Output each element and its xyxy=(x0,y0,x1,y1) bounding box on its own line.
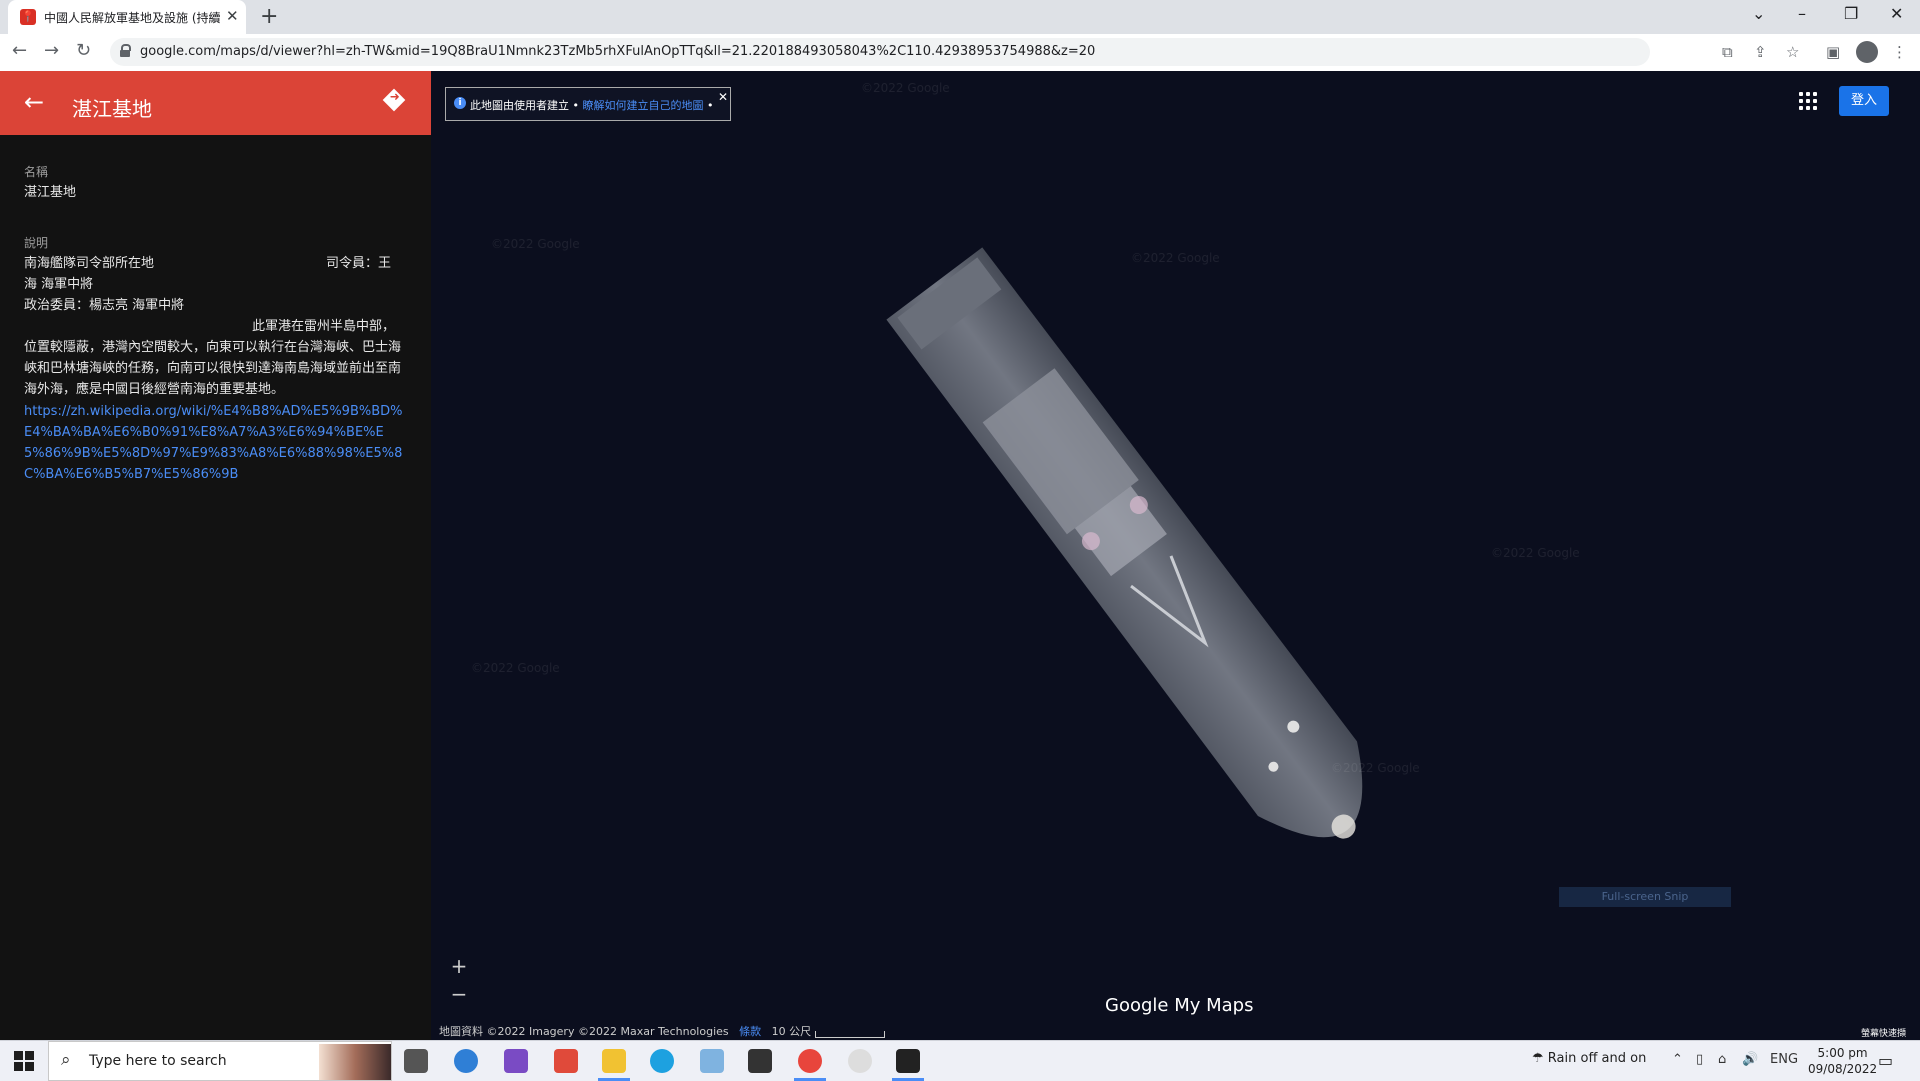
restore-button[interactable]: ❐ xyxy=(1844,4,1858,23)
directions-icon[interactable] xyxy=(382,88,406,112)
terms-link[interactable]: 條款 xyxy=(739,1025,761,1038)
menu-icon[interactable]: ⋮ xyxy=(1892,43,1907,61)
map-watermark: ©2022 Google xyxy=(1131,251,1220,265)
notice-suffix: • xyxy=(706,99,714,112)
lock-icon xyxy=(120,44,131,57)
network-icon[interactable]: ⌂ xyxy=(1718,1052,1726,1067)
translate-icon[interactable]: ⧉ xyxy=(1722,43,1733,61)
brand-google: Google xyxy=(1105,995,1169,1016)
tab-title: 中國人民解放軍基地及設施 (持續… xyxy=(44,11,220,25)
search-icon: ⌕ xyxy=(61,1050,71,1070)
chrome-icon[interactable] xyxy=(798,1049,822,1073)
volume-icon[interactable]: 🔊 xyxy=(1742,1052,1758,1067)
browser-tab[interactable]: 📍 中國人民解放軍基地及設施 (持續… ✕ xyxy=(8,0,246,34)
search-placeholder: Type here to search xyxy=(89,1053,227,1069)
battery-icon[interactable]: ▯ xyxy=(1696,1052,1703,1067)
app-icon[interactable] xyxy=(554,1049,578,1073)
browser-toolbar: ← → ↻ google.com/maps/d/viewer?hl=zh-TW&… xyxy=(0,34,1920,72)
description-line: 南海艦隊司令部所在地 xyxy=(24,256,155,271)
weather-text: Rain off and on xyxy=(1547,1051,1647,1066)
system-clock[interactable]: 5:00 pm 09/08/2022 xyxy=(1808,1045,1877,1077)
name-label: 名稱 xyxy=(24,165,49,179)
brand-mymaps: My Maps xyxy=(1168,995,1254,1016)
zoom-out-button[interactable]: − xyxy=(445,981,473,1007)
windows-start-icon[interactable] xyxy=(14,1051,34,1071)
satellite-map[interactable]: ©2022 Google ©2022 Google ©2022 Google ©… xyxy=(431,71,1920,1040)
map-watermark: ©2022 Google xyxy=(491,237,580,251)
sticky-notes-icon[interactable] xyxy=(896,1049,920,1073)
terminal-icon[interactable] xyxy=(748,1049,772,1073)
map-watermark: ©2022 Google xyxy=(1491,546,1580,560)
description-line: 海 海軍中將 xyxy=(24,277,94,292)
description-line: 司令員：王 xyxy=(326,256,392,271)
notice-text: 此地圖由使用者建立 • 瞭解如何建立自己的地圖 • xyxy=(470,97,713,113)
map-watermark: ©2022 Google xyxy=(471,661,560,675)
minimize-button[interactable]: – xyxy=(1798,4,1806,23)
description-label: 說明 xyxy=(24,236,49,250)
windows-taskbar: ⌕ Type here to search ☂ Rain off and on … xyxy=(0,1040,1920,1081)
bookmark-star-icon[interactable]: ☆ xyxy=(1786,43,1799,61)
back-arrow-icon[interactable]: ← xyxy=(24,88,44,116)
skype-icon[interactable] xyxy=(650,1049,674,1073)
place-title: 湛江基地 xyxy=(72,97,152,121)
map-attribution: 地圖資料 ©2022 Imagery ©2022 Maxar Technolog… xyxy=(439,1023,811,1039)
wikipedia-link[interactable]: https://zh.wikipedia.org/wiki/%E4%B8%AD%… xyxy=(24,401,404,485)
notification-icon[interactable]: ▭ xyxy=(1878,1051,1893,1070)
tab-search-icon[interactable]: ⌄ xyxy=(1752,4,1765,23)
back-button[interactable]: ← xyxy=(12,40,27,61)
task-view-icon[interactable] xyxy=(404,1049,428,1073)
description-line: 政治委員：楊志亮 海軍中將 xyxy=(24,298,185,313)
clock-date: 09/08/2022 xyxy=(1808,1062,1878,1076)
scale-label[interactable]: 10 公尺 xyxy=(772,1025,812,1038)
place-detail-panel: ← 湛江基地 名稱 湛江基地 說明 南海艦隊司令部所在地 司令員：王 海 海軍中… xyxy=(0,71,431,1040)
description-line: 此軍港在雷州半島中部， xyxy=(252,319,396,334)
info-icon: i xyxy=(454,97,466,109)
panel-header: ← 湛江基地 xyxy=(0,71,431,135)
new-tab-button[interactable]: + xyxy=(260,4,278,29)
attribution-text: 地圖資料 ©2022 Imagery ©2022 Maxar Technolog… xyxy=(439,1025,729,1038)
url-text: google.com/maps/d/viewer?hl=zh-TW&mid=19… xyxy=(140,44,1096,59)
close-window-button[interactable]: ✕ xyxy=(1890,4,1903,23)
maps-favicon-icon: 📍 xyxy=(20,9,36,25)
sidepanel-icon[interactable]: ▣ xyxy=(1826,43,1840,61)
weather-widget[interactable]: ☂ Rain off and on xyxy=(1532,1051,1646,1066)
forward-button[interactable]: → xyxy=(44,40,59,61)
clock-time: 5:00 pm xyxy=(1817,1046,1868,1060)
full-screen-snip-overlay: Full-screen Snip xyxy=(1559,887,1731,907)
description-paragraph: 位置較隱蔽，港灣內空間較大，向東可以執行在台灣海峽、巴士海峽和巴林塘海峽的任務，… xyxy=(24,340,402,397)
share-icon[interactable]: ⇪ xyxy=(1754,43,1767,61)
app-icon[interactable] xyxy=(700,1049,724,1073)
visual-studio-icon[interactable] xyxy=(504,1049,528,1073)
language-indicator[interactable]: ENG xyxy=(1770,1052,1798,1067)
profile-avatar[interactable] xyxy=(1856,41,1878,63)
browser-tabbar: 📍 中國人民解放軍基地及設施 (持續… ✕ + ⌄ – ❐ ✕ xyxy=(0,0,1920,34)
snip-tool-label: 螢幕快速擷 xyxy=(1861,1029,1907,1039)
google-my-maps-logo: Google My Maps xyxy=(1105,995,1253,1016)
snipping-tool-icon[interactable] xyxy=(848,1049,872,1073)
search-highlight-image xyxy=(319,1044,391,1080)
tab-close-icon[interactable]: ✕ xyxy=(226,7,239,25)
scale-bar xyxy=(815,1031,885,1038)
learn-create-map-link[interactable]: 瞭解如何建立自己的地圖 xyxy=(582,99,703,112)
close-icon[interactable]: ✕ xyxy=(718,90,728,104)
sign-in-button[interactable]: 登入 xyxy=(1839,86,1889,116)
rain-icon: ☂ xyxy=(1532,1051,1544,1066)
notice-label: 此地圖由使用者建立 • xyxy=(470,99,579,112)
reload-button[interactable]: ↻ xyxy=(76,40,91,61)
user-created-map-notice: i 此地圖由使用者建立 • 瞭解如何建立自己的地圖 • ✕ xyxy=(445,87,731,121)
file-explorer-icon[interactable] xyxy=(602,1049,626,1073)
address-bar[interactable]: google.com/maps/d/viewer?hl=zh-TW&mid=19… xyxy=(110,38,1650,66)
map-watermark: ©2022 Google xyxy=(861,81,950,95)
zoom-in-button[interactable]: + xyxy=(445,953,473,979)
edge-icon[interactable] xyxy=(454,1049,478,1073)
name-value: 湛江基地 xyxy=(24,185,77,200)
map-watermark: ©2022 Google xyxy=(1331,761,1420,775)
chevron-up-icon[interactable]: ⌃ xyxy=(1672,1052,1683,1067)
taskbar-search-box[interactable]: ⌕ Type here to search xyxy=(48,1041,392,1081)
apps-grid-icon[interactable] xyxy=(1799,92,1817,110)
